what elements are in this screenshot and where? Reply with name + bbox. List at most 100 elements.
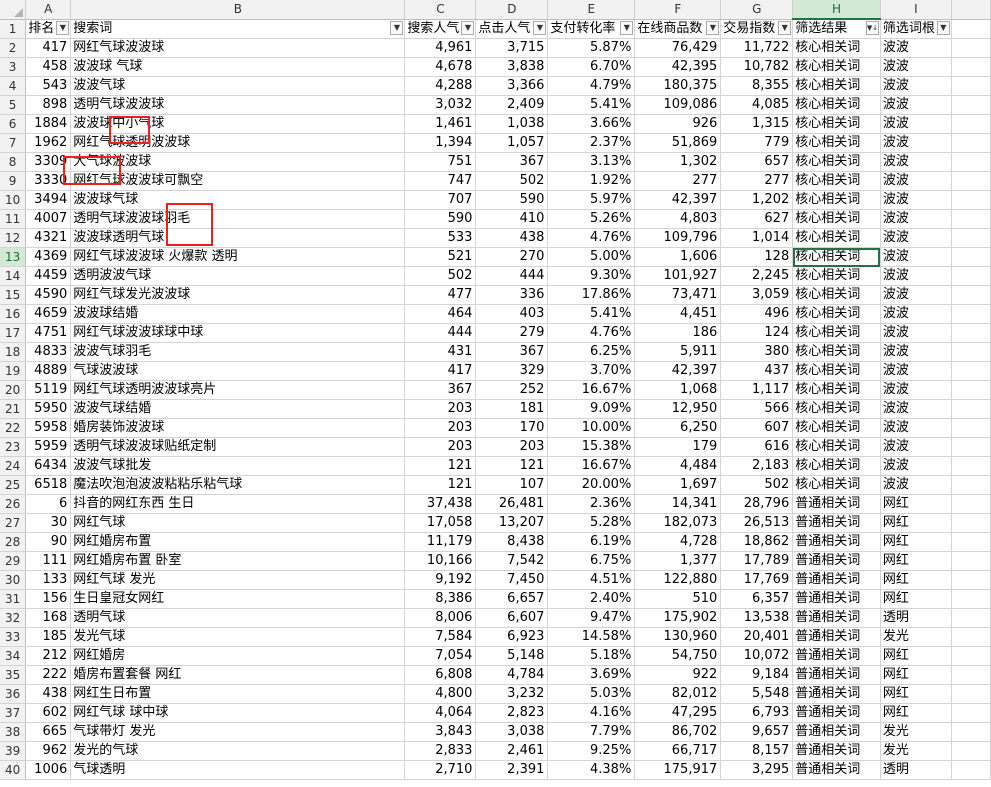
cell[interactable]: 336 — [475, 285, 549, 305]
cell[interactable]: 7,542 — [475, 551, 549, 571]
cell[interactable]: 130,960 — [634, 627, 722, 647]
empty-cell[interactable] — [951, 437, 991, 457]
cell[interactable]: 透明气球波波球 — [70, 95, 406, 115]
empty-cell[interactable] — [951, 266, 991, 286]
cell[interactable]: 气球带灯 发光 — [70, 722, 406, 742]
row-header[interactable]: 12 — [0, 228, 27, 248]
empty-cell[interactable] — [951, 551, 991, 571]
empty-cell[interactable] — [951, 361, 991, 381]
cell[interactable]: 410 — [475, 209, 549, 229]
cell[interactable]: 477 — [404, 285, 477, 305]
row-header[interactable]: 5 — [0, 95, 27, 115]
cell[interactable]: 4,451 — [634, 304, 722, 324]
empty-cell[interactable] — [951, 342, 991, 362]
cell[interactable]: 111 — [25, 551, 72, 571]
cell[interactable]: 波波 — [880, 380, 952, 400]
cell[interactable]: 波波 — [880, 228, 952, 248]
cell[interactable]: 波波气球羽毛 — [70, 342, 406, 362]
cell[interactable]: 185 — [25, 627, 72, 647]
cell[interactable]: 6,357 — [720, 589, 794, 609]
cell[interactable]: 普通相关词 — [792, 532, 881, 552]
row-header[interactable]: 40 — [0, 760, 27, 780]
cell[interactable]: 747 — [404, 171, 477, 191]
cell[interactable]: 气球波波球 — [70, 361, 406, 381]
row-header[interactable]: 27 — [0, 513, 27, 533]
cell[interactable]: 波波 — [880, 285, 952, 305]
cell[interactable]: 7.79% — [547, 722, 636, 742]
cell[interactable]: 3309 — [25, 152, 72, 172]
cell[interactable]: 透明 — [880, 608, 952, 628]
cell[interactable]: 普通相关词 — [792, 627, 881, 647]
cell[interactable]: 核心相关词 — [792, 133, 881, 153]
cell[interactable]: 4369 — [25, 247, 72, 267]
cell[interactable]: 42,395 — [634, 57, 722, 77]
cell[interactable]: 核心相关词 — [792, 418, 881, 438]
header-cell[interactable]: 在线商品数 ▼ — [634, 19, 722, 39]
cell[interactable]: 4,288 — [404, 76, 477, 96]
row-header[interactable]: 2 — [0, 38, 27, 58]
cell[interactable]: 3330 — [25, 171, 72, 191]
row-header[interactable]: 8 — [0, 152, 27, 172]
row-header[interactable]: 37 — [0, 703, 27, 723]
cell[interactable]: 20,401 — [720, 627, 794, 647]
cell[interactable]: 网红 — [880, 551, 952, 571]
cell[interactable]: 抖音的网红东西 生日 — [70, 494, 406, 514]
cell[interactable]: 5.03% — [547, 684, 636, 704]
cell[interactable]: 86,702 — [634, 722, 722, 742]
cell[interactable]: 4321 — [25, 228, 72, 248]
cell[interactable]: 1,117 — [720, 380, 794, 400]
cell[interactable]: 16.67% — [547, 456, 636, 476]
empty-cell[interactable] — [951, 532, 991, 552]
cell[interactable]: 566 — [720, 399, 794, 419]
cell[interactable]: 5959 — [25, 437, 72, 457]
empty-cell[interactable] — [951, 209, 991, 229]
row-header[interactable]: 15 — [0, 285, 27, 305]
cell[interactable]: 962 — [25, 741, 72, 761]
cell[interactable]: 502 — [475, 171, 549, 191]
cell[interactable]: 367 — [404, 380, 477, 400]
empty-cell[interactable] — [951, 171, 991, 191]
cell[interactable]: 核心相关词 — [792, 76, 881, 96]
cell[interactable]: 发光 — [880, 722, 952, 742]
cell[interactable]: 279 — [475, 323, 549, 343]
cell[interactable]: 5.41% — [547, 304, 636, 324]
cell[interactable]: 普通相关词 — [792, 760, 881, 780]
row-header[interactable]: 25 — [0, 475, 27, 495]
empty-cell[interactable] — [951, 475, 991, 495]
empty-cell[interactable] — [951, 133, 991, 153]
header-cell[interactable]: 点击人气 ▼ — [475, 19, 549, 39]
cell[interactable]: 网红婚房 — [70, 646, 406, 666]
cell[interactable]: 网红气球透明波波球 — [70, 133, 406, 153]
cell[interactable]: 590 — [475, 190, 549, 210]
cell[interactable]: 网红气球 发光 — [70, 570, 406, 590]
cell[interactable]: 5119 — [25, 380, 72, 400]
cell[interactable]: 9,192 — [404, 570, 477, 590]
cell[interactable]: 170 — [475, 418, 549, 438]
cell[interactable]: 26,513 — [720, 513, 794, 533]
cell[interactable]: 网红 — [880, 513, 952, 533]
cell[interactable]: 2,183 — [720, 456, 794, 476]
cell[interactable]: 1,014 — [720, 228, 794, 248]
cell[interactable]: 波波 — [880, 76, 952, 96]
cell[interactable]: 8,386 — [404, 589, 477, 609]
cell[interactable]: 6,793 — [720, 703, 794, 723]
cell[interactable]: 533 — [404, 228, 477, 248]
cell[interactable]: 发光 — [880, 627, 952, 647]
cell[interactable]: 网红气球发光波波球 — [70, 285, 406, 305]
cell[interactable]: 7,584 — [404, 627, 477, 647]
row-header[interactable]: 28 — [0, 532, 27, 552]
empty-cell[interactable] — [951, 741, 991, 761]
cell[interactable]: 网红气球波波球可飘空 — [70, 171, 406, 191]
cell[interactable]: 普通相关词 — [792, 741, 881, 761]
cell[interactable]: 128 — [720, 247, 794, 267]
cell[interactable]: 6.70% — [547, 57, 636, 77]
cell[interactable]: 网红 — [880, 494, 952, 514]
cell[interactable]: 9,657 — [720, 722, 794, 742]
cell[interactable]: 8,006 — [404, 608, 477, 628]
row-header[interactable]: 26 — [0, 494, 27, 514]
cell[interactable]: 4.38% — [547, 760, 636, 780]
empty-cell[interactable] — [951, 114, 991, 134]
cell[interactable]: 14.58% — [547, 627, 636, 647]
cell[interactable]: 网红 — [880, 665, 952, 685]
row-header[interactable]: 38 — [0, 722, 27, 742]
